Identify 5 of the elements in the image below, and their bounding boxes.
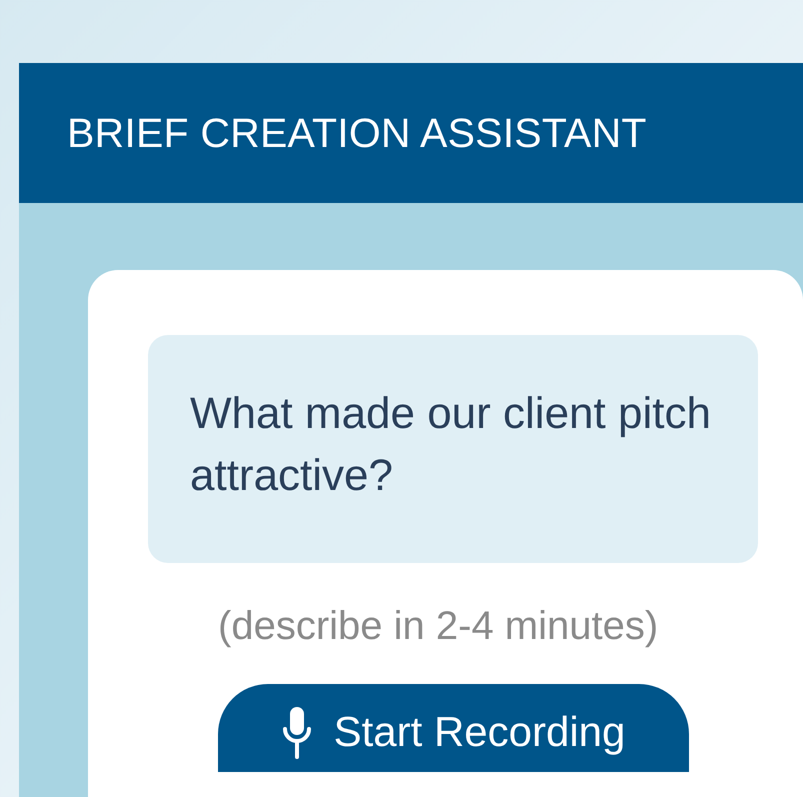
app-title: BRIEF CREATION ASSISTANT: [67, 110, 647, 156]
duration-hint: (describe in 2-4 minutes): [218, 603, 660, 650]
microphone-icon: [282, 705, 312, 759]
question-text: What made our client pitch attractive?: [190, 389, 711, 500]
start-recording-button[interactable]: Start Recording: [218, 684, 689, 772]
